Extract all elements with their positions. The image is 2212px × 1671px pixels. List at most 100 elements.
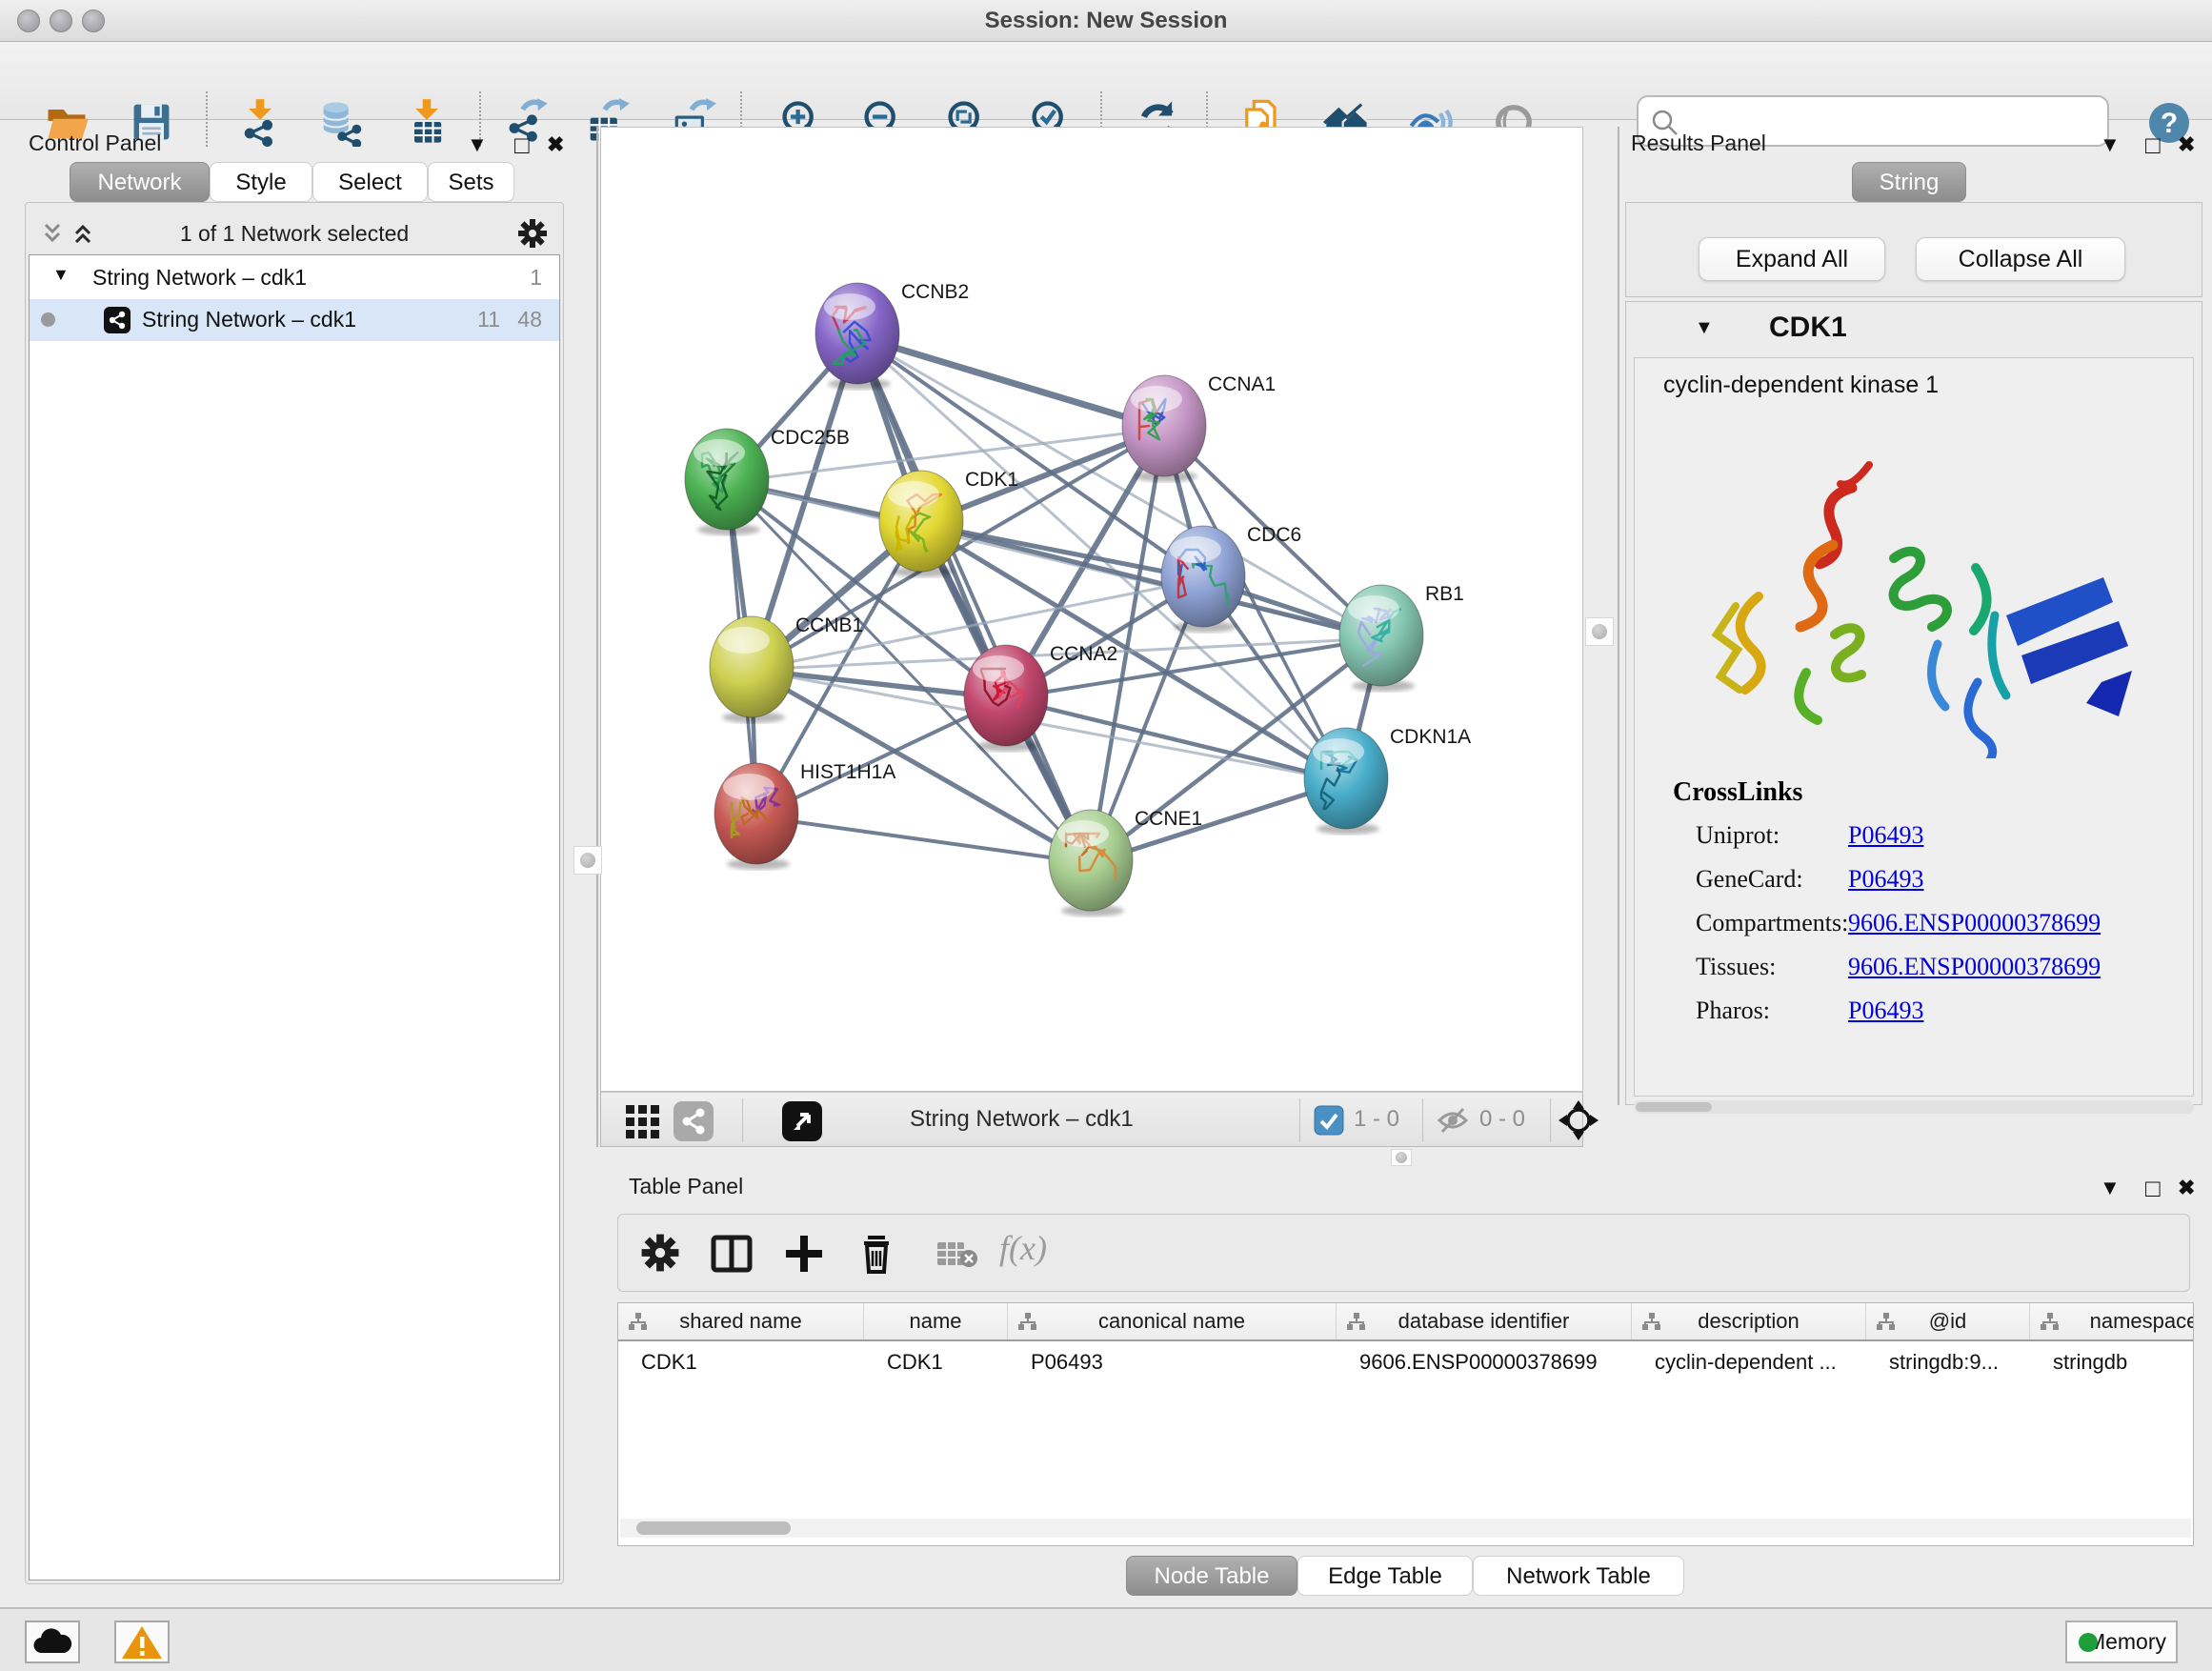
memory-button[interactable]: Memory: [2065, 1621, 2178, 1663]
crosslink-link[interactable]: P06493: [1848, 997, 1923, 1025]
results-panel-title: Results Panel: [1631, 131, 1766, 156]
column-header-database-identifier[interactable]: database identifier: [1337, 1303, 1632, 1339]
panel-float-icon[interactable]: □: [514, 131, 530, 160]
selected-checkbox-icon[interactable]: [1314, 1105, 1344, 1136]
crosslink-row: Compartments:9606.ENSP00000378699: [1696, 909, 2191, 953]
network-node-CCNB1[interactable]: [708, 615, 795, 724]
network-node-CDC25B[interactable]: [683, 428, 771, 536]
cloud-button[interactable]: [25, 1621, 80, 1663]
panel-close-icon[interactable]: ✖: [2178, 1176, 2195, 1200]
network-node-CDC6[interactable]: [1159, 525, 1247, 634]
memory-label: Memory: [2087, 1629, 2166, 1654]
left-splitter-handle[interactable]: [573, 846, 602, 875]
table-cell[interactable]: P06493: [1008, 1343, 1337, 1381]
network-canvas[interactable]: CCNB2 CCNA1: [600, 127, 1583, 1092]
panel-menu-icon[interactable]: ▼: [2100, 1176, 2121, 1200]
tab-select[interactable]: Select: [312, 162, 428, 202]
network-node-label: CDKN1A: [1390, 726, 1471, 749]
tab-edge-table[interactable]: Edge Table: [1297, 1556, 1473, 1596]
network-row[interactable]: String Network – cdk1 11 48: [30, 299, 559, 341]
collection-label: String Network – cdk1: [92, 265, 307, 291]
network-node-CCNB2[interactable]: [814, 282, 901, 391]
crosshair-icon[interactable]: [1558, 1099, 1599, 1141]
tab-style[interactable]: Style: [210, 162, 312, 202]
column-header-namespace[interactable]: namespace: [2030, 1303, 2194, 1339]
network-node-CCNE1[interactable]: [1047, 809, 1135, 917]
tab-node-table[interactable]: Node Table: [1126, 1556, 1297, 1596]
panel-menu-icon[interactable]: ▼: [467, 132, 488, 157]
table-cell[interactable]: cyclin-dependent ...: [1632, 1343, 1866, 1381]
crosslink-link[interactable]: P06493: [1848, 865, 1923, 894]
network-node-CDK1[interactable]: [877, 470, 965, 578]
column-header-name[interactable]: name: [864, 1303, 1008, 1339]
panel-menu-icon[interactable]: ▼: [2100, 132, 2121, 157]
tab-network[interactable]: Network: [70, 162, 210, 202]
import-network-database-icon[interactable]: [315, 97, 365, 147]
entry-header[interactable]: ▼ CDK1: [1626, 302, 2202, 355]
network-type-icon: [104, 307, 131, 333]
right-splitter-handle[interactable]: [1585, 617, 1614, 646]
network-edge[interactable]: [857, 336, 1091, 863]
column-header--id[interactable]: @id: [1866, 1303, 2030, 1339]
network-edge[interactable]: [857, 336, 1164, 429]
table-cell[interactable]: CDK1: [618, 1343, 864, 1381]
svg-text:?: ?: [2161, 108, 2178, 139]
collapse-all-button[interactable]: Collapse All: [1916, 237, 2125, 281]
network-node-label: CCNE1: [1135, 808, 1202, 831]
panel-close-icon[interactable]: ✖: [547, 132, 564, 157]
tab-string[interactable]: String: [1852, 162, 1966, 202]
cloud-icon: [27, 1622, 78, 1661]
import-table-file-icon[interactable]: [402, 97, 452, 147]
collection-expand-icon[interactable]: ▼: [52, 265, 70, 285]
network-edge[interactable]: [756, 816, 1091, 863]
column-header-canonical-name[interactable]: canonical name: [1008, 1303, 1337, 1339]
tab-network-table[interactable]: Network Table: [1473, 1556, 1684, 1596]
tab-sets[interactable]: Sets: [428, 162, 514, 202]
crosslink-link[interactable]: P06493: [1848, 821, 1923, 850]
network-node-CCNA2[interactable]: [962, 644, 1050, 753]
node-table[interactable]: shared namenamecanonical namedatabase id…: [617, 1302, 2194, 1546]
column-header-shared-name[interactable]: shared name: [618, 1303, 864, 1339]
birdseye-view-icon[interactable]: [782, 1101, 822, 1141]
gear-icon[interactable]: [516, 217, 549, 250]
results-horizontal-scrollbar[interactable]: [1634, 1100, 2194, 1114]
splitter-line: [596, 127, 598, 1147]
expand-all-button[interactable]: Expand All: [1699, 237, 1885, 281]
network-node-label: CDK1: [965, 469, 1018, 492]
network-node-CDKN1A[interactable]: [1302, 727, 1390, 836]
network-node-label: CDC6: [1247, 524, 1301, 547]
network-node-RB1[interactable]: [1337, 584, 1425, 693]
warning-button[interactable]: [114, 1621, 170, 1663]
panel-close-icon[interactable]: ✖: [2178, 132, 2195, 157]
network-collection-row[interactable]: ▼ String Network – cdk1 1: [30, 257, 559, 299]
add-icon[interactable]: [782, 1232, 826, 1276]
network-edges[interactable]: [601, 128, 1584, 1093]
panel-float-icon[interactable]: □: [2145, 1174, 2161, 1203]
delete-table-icon[interactable]: [936, 1239, 978, 1270]
share-view-icon[interactable]: [674, 1101, 714, 1141]
current-network-name: String Network – cdk1: [910, 1106, 1134, 1133]
gear-icon[interactable]: [639, 1232, 681, 1274]
entry-collapse-icon[interactable]: ▼: [1695, 317, 1714, 339]
import-network-file-icon[interactable]: [235, 97, 285, 147]
network-node-HIST1H1A[interactable]: [713, 762, 800, 871]
function-builder-icon[interactable]: f(x): [999, 1228, 1047, 1268]
bottom-splitter-handle[interactable]: [1391, 1149, 1412, 1166]
crosslink-link[interactable]: 9606.ENSP00000378699: [1848, 909, 2101, 937]
network-node-label: CCNA2: [1050, 643, 1117, 666]
column-header-description[interactable]: description: [1632, 1303, 1866, 1339]
panel-float-icon[interactable]: □: [2145, 131, 2161, 160]
table-cell[interactable]: 9606.ENSP00000378699: [1337, 1343, 1632, 1381]
grid-view-icon[interactable]: [624, 1101, 662, 1139]
toolbar-separator: [1550, 1098, 1551, 1142]
table-cell[interactable]: stringdb:9...: [1866, 1343, 2030, 1381]
network-view-toolbar: String Network – cdk1 1 - 0 0 - 0: [600, 1092, 1583, 1147]
trash-icon[interactable]: [855, 1232, 898, 1276]
table-horizontal-scrollbar[interactable]: [620, 1519, 2191, 1538]
table-cell[interactable]: stringdb: [2030, 1343, 2194, 1381]
columns-icon[interactable]: [710, 1232, 754, 1276]
crosslink-link[interactable]: 9606.ENSP00000378699: [1848, 953, 2101, 981]
table-cell[interactable]: CDK1: [864, 1343, 1008, 1381]
hidden-eye-icon[interactable]: [1436, 1105, 1470, 1136]
network-node-CCNA1[interactable]: [1120, 374, 1208, 483]
